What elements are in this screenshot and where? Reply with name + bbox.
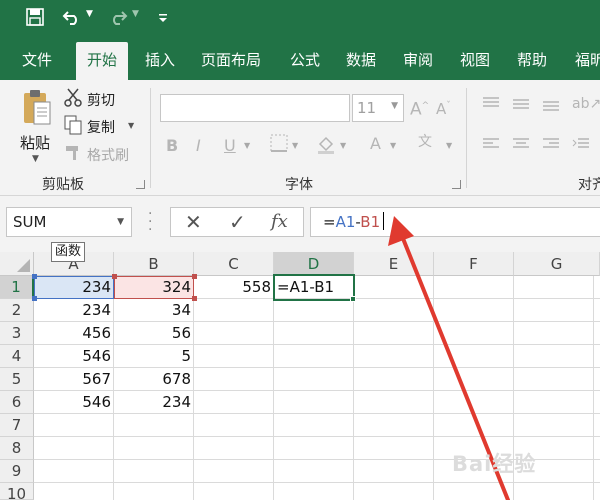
annotation-arrow [388,216,510,500]
watermark: Bai经验 [452,452,537,476]
